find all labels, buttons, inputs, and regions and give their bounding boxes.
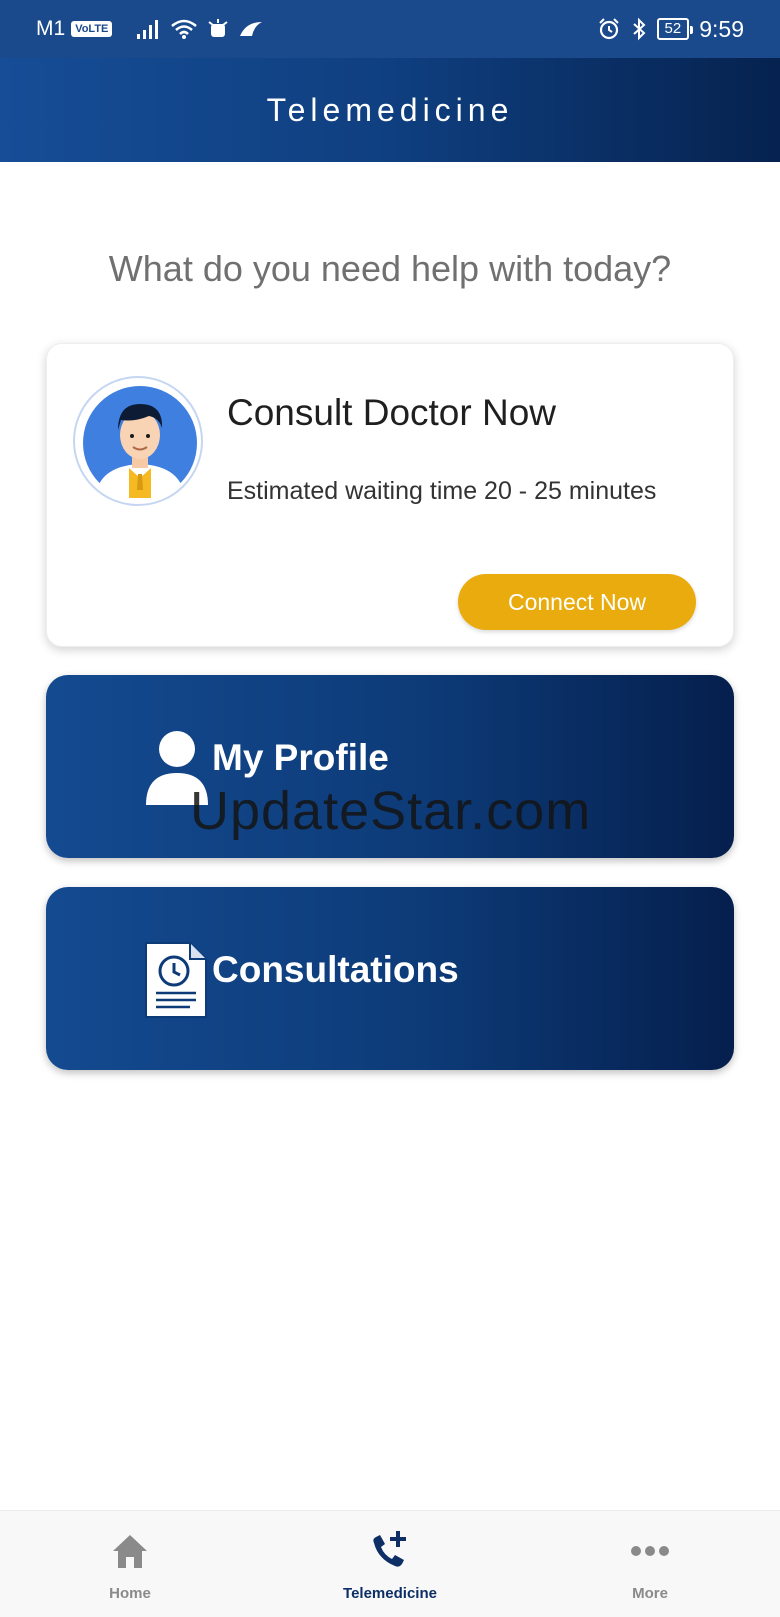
watermark: UpdateStar.com — [190, 781, 592, 841]
doctor-avatar — [73, 376, 203, 506]
more-dots-icon — [628, 1529, 672, 1573]
volte-badge: VoLTE — [71, 21, 113, 37]
consult-title: Consult Doctor Now — [227, 392, 557, 433]
phone-plus-icon — [368, 1529, 412, 1573]
nav-item-home[interactable]: Home — [0, 1511, 260, 1617]
consultations-card[interactable]: Consultations — [46, 887, 734, 1070]
status-bar: M1 VoLTE 52 9:59 — [0, 0, 780, 58]
consultations-label: Consultations — [212, 949, 459, 990]
clock: 9:59 — [699, 15, 744, 42]
bottom-navigation: Home Telemedicine More — [0, 1510, 780, 1617]
nav-item-label: Telemedicine — [343, 1585, 437, 1602]
app-header: Telemedicine — [0, 58, 780, 162]
home-icon — [108, 1529, 152, 1573]
bluetooth-icon — [632, 17, 645, 41]
help-question: What do you need help with today? — [108, 248, 672, 289]
status-left: M1 VoLTE — [36, 14, 264, 44]
nav-item-label: Home — [109, 1585, 151, 1602]
nav-item-more[interactable]: More — [520, 1511, 780, 1617]
consult-doctor-card[interactable]: Consult Doctor Now Estimated waiting tim… — [46, 343, 734, 647]
battery-icon: 52 — [656, 18, 693, 40]
status-icons — [136, 18, 264, 40]
signal-icon — [137, 20, 159, 39]
document-history-icon — [145, 942, 207, 1018]
carrier-label: M1 — [36, 17, 66, 40]
alarm-icon — [598, 18, 619, 40]
connect-now-button[interactable]: Connect Now — [458, 574, 696, 630]
notification-bird-icon — [240, 22, 263, 36]
nav-item-telemedicine[interactable]: Telemedicine — [260, 1511, 520, 1617]
status-right: 52 9:59 — [597, 14, 744, 44]
my-profile-label: My Profile — [212, 737, 389, 778]
doctor-icon — [83, 386, 197, 500]
nav-item-label: More — [632, 1585, 668, 1602]
waiting-time-text: Estimated waiting time 20 - 25 minutes — [227, 477, 657, 505]
notification-app-icon — [208, 19, 228, 37]
page-title: Telemedicine — [266, 91, 514, 128]
wifi-icon — [171, 19, 198, 39]
